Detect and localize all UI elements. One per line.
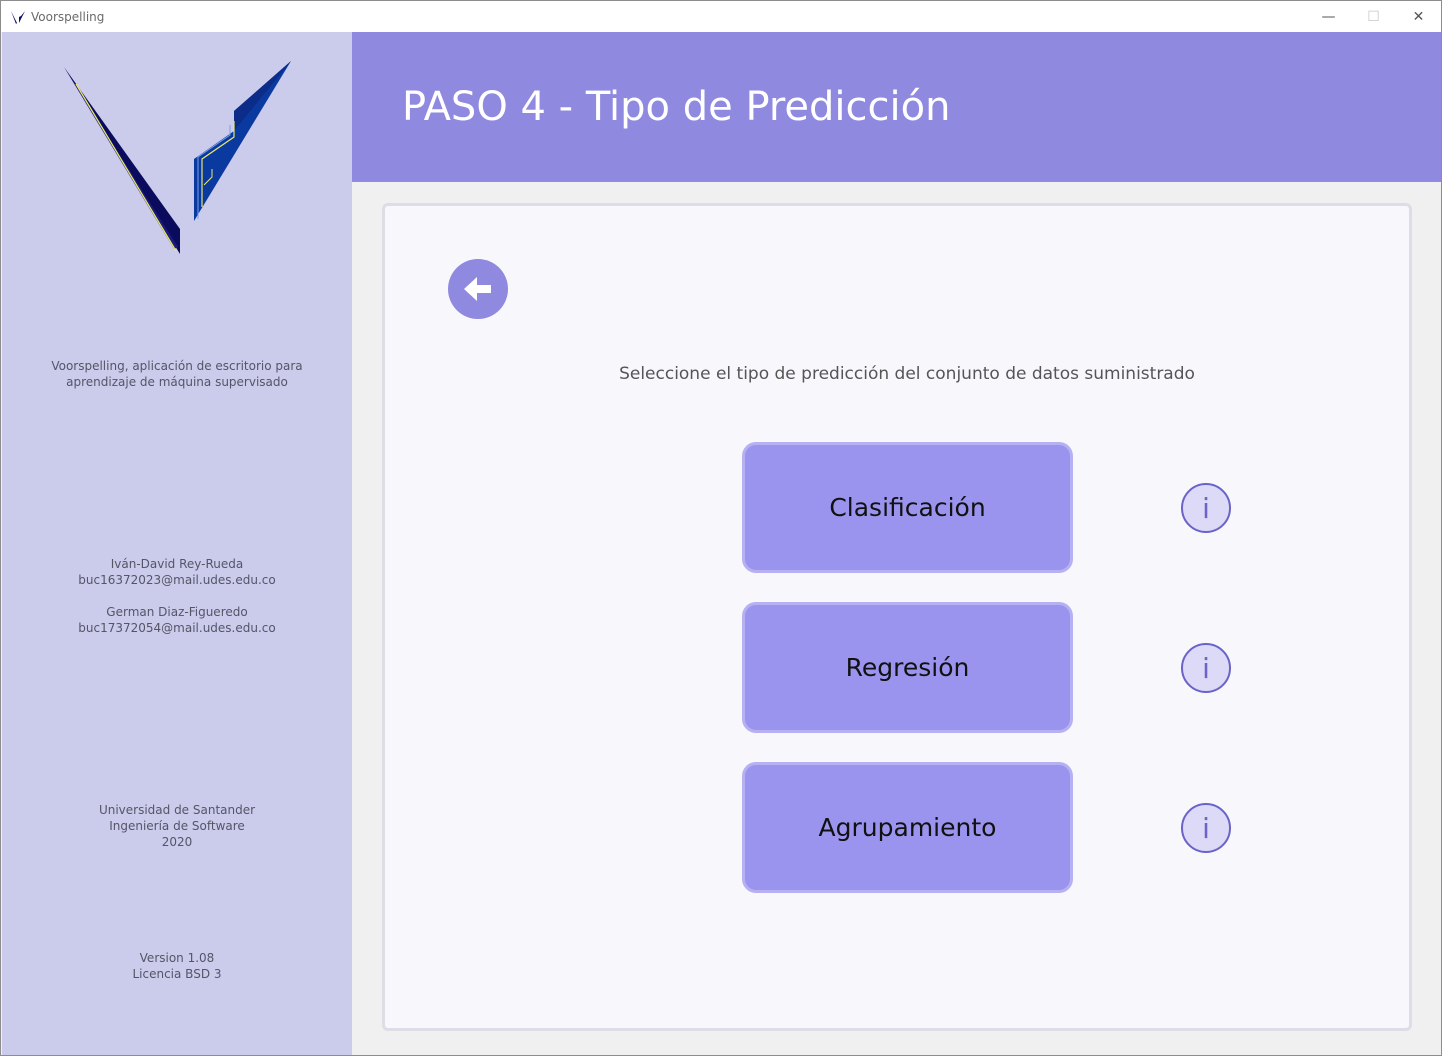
clustering-info-icon[interactable]: i	[1181, 803, 1231, 853]
classification-button[interactable]: Clasificación	[742, 442, 1073, 573]
author-2-email: buc17372054@mail.udes.edu.co	[78, 621, 276, 635]
maximize-button[interactable]: ☐	[1351, 1, 1396, 32]
description-line-1: Voorspelling, aplicación de escritorio p…	[51, 359, 303, 373]
author-2-name: German Diaz-Figueredo	[106, 605, 248, 619]
window-title: Voorspelling	[31, 9, 105, 24]
page-title: PASO 4 - Tipo de Predicción	[402, 84, 951, 130]
institution-info: Universidad de Santander Ingeniería de S…	[2, 802, 352, 850]
back-button[interactable]	[448, 259, 508, 319]
instruction-text: Seleccione el tipo de predicción del con…	[619, 364, 1195, 384]
app-description: Voorspelling, aplicación de escritorio p…	[2, 358, 352, 390]
year: 2020	[161, 835, 193, 849]
license-label: Licencia BSD 3	[132, 967, 222, 981]
window-controls: — ☐ ✕	[1306, 1, 1441, 32]
description-line-2: aprendizaje de máquina supervisado	[66, 375, 288, 389]
minimize-button[interactable]: —	[1306, 1, 1351, 32]
app-logo-icon	[11, 10, 25, 24]
version-info: Version 1.08 Licencia BSD 3	[2, 950, 352, 982]
regression-info-icon[interactable]: i	[1181, 643, 1231, 693]
sidebar: Voorspelling, aplicación de escritorio p…	[2, 32, 352, 1055]
clustering-button[interactable]: Agrupamiento	[742, 762, 1073, 893]
back-arrow-icon	[464, 277, 491, 301]
title-bar: Voorspelling — ☐ ✕	[1, 1, 1441, 32]
author-1: Iván-David Rey-Rueda buc16372023@mail.ud…	[2, 556, 352, 588]
regression-button[interactable]: Regresión	[742, 602, 1073, 733]
author-1-email: buc16372023@mail.udes.edu.co	[78, 573, 276, 587]
voorspelling-logo	[64, 61, 291, 254]
author-2: German Diaz-Figueredo buc17372054@mail.u…	[2, 604, 352, 636]
version-label: Version 1.08	[139, 951, 215, 965]
classification-info-icon[interactable]: i	[1181, 483, 1231, 533]
page-header: PASO 4 - Tipo de Predicción	[352, 32, 1441, 182]
content-card: Seleccione el tipo de predicción del con…	[382, 203, 1412, 1031]
close-button[interactable]: ✕	[1396, 1, 1441, 32]
author-1-name: Iván-David Rey-Rueda	[110, 557, 244, 571]
university-name: Universidad de Santander	[98, 803, 256, 817]
app-window: Voorspelling — ☐ ✕ Voorspelling, aplicac…	[0, 0, 1442, 1056]
program-name: Ingeniería de Software	[109, 819, 245, 833]
